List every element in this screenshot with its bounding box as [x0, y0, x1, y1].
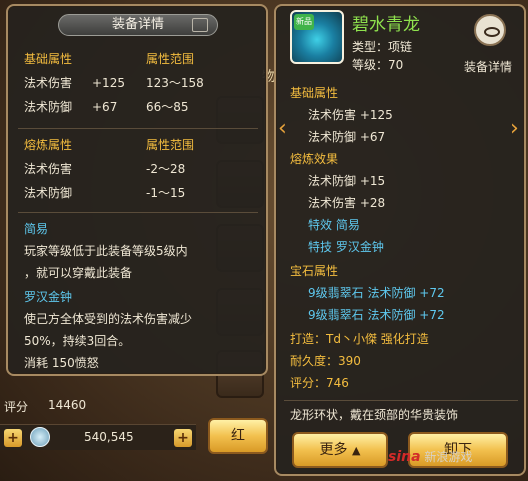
more-button-label: 更多 [319, 442, 348, 458]
forge-attr-name: 法术防御 [24, 186, 73, 200]
special-skill-cost: 消耗 150愤怒 [24, 356, 99, 370]
item-description: 龙形环状，戴在颈部的华贵装饰 [290, 408, 459, 422]
divider [18, 128, 258, 129]
equipment-detail-label[interactable]: 装备详情 [464, 58, 512, 76]
sina-logo: sina [388, 449, 421, 465]
score-value: 14460 [48, 398, 87, 412]
forge-attr-name: 法术伤害 [24, 162, 73, 176]
base-attr-row: 法术防御 +67 [308, 130, 386, 144]
red-button[interactable]: 红 [208, 418, 268, 454]
special-effect: 特效 简易 [308, 218, 360, 232]
plus-icon[interactable]: + [4, 429, 22, 447]
base-attr-name: 法术伤害 [24, 76, 73, 90]
base-attr-value: +125 [92, 76, 125, 90]
eye-icon[interactable] [474, 14, 506, 46]
title-ornament-icon [192, 18, 208, 32]
special-effect-name: 简易 [24, 222, 49, 236]
special-skill-desc: 使己方全体受到的法术伤害减少 [24, 312, 193, 326]
plus-icon[interactable]: + [174, 429, 192, 447]
base-attr-header: 基础属性 [24, 52, 73, 66]
more-button[interactable]: 更多 ▲ [292, 432, 388, 468]
sina-watermark: sina 新浪游戏 [388, 448, 472, 465]
gem-attr-row: 9级翡翠石 法术防御 +72 [308, 286, 445, 300]
necklace-item-icon: 新品 [290, 10, 344, 64]
base-attr-title: 基础属性 [290, 86, 339, 100]
score-label: 评分 [4, 400, 29, 414]
gem-attr-title: 宝石属性 [290, 264, 339, 278]
forge-attr-header: 熔炼属性 [24, 138, 73, 152]
item-name: 碧水青龙 [352, 15, 420, 35]
equipment-detail-panel: 装备详情 基础属性 属性范围 法术伤害 +125 123～158 法术防御 +6… [6, 4, 268, 376]
forge-effect-row: 法术伤害 +28 [308, 196, 386, 210]
coin-icon [30, 427, 50, 447]
base-attr-name: 法术防御 [24, 100, 73, 114]
forge-attr-range: -2～28 [146, 162, 186, 176]
special-skill-name: 罗汉金钟 [24, 290, 73, 304]
base-attr-row: 法术伤害 +125 [308, 108, 393, 122]
special-effect-desc: 玩家等级低于此装备等级5级内 [24, 244, 188, 258]
left-arrow-icon[interactable]: ‹ [278, 118, 292, 140]
special-effect-desc: ，就可以穿戴此装备 [24, 266, 133, 280]
right-arrow-icon[interactable]: › [510, 118, 524, 140]
item-info-panel: 碧水青龙 类型：项链 等级：70 装备详情 基础属性 法术伤害 +125 法术防… [274, 4, 526, 476]
new-badge: 新品 [294, 14, 314, 30]
item-type: 类型：项链 [352, 40, 413, 54]
forge-range-header: 属性范围 [146, 138, 195, 152]
money-bar: + 540,545 + [0, 424, 196, 450]
forge-effect-row: 法术防御 +15 [308, 174, 386, 188]
special-skill-desc: 50%，持续3回合。 [24, 334, 131, 348]
gem-attr-row: 9级翡翠石 法术防御 +72 [308, 308, 445, 322]
special-skill: 特技 罗汉金钟 [308, 240, 384, 254]
forger-info: 打造：Td丶小傑 强化打造 [290, 332, 429, 346]
item-level: 等级：70 [352, 58, 404, 72]
divider [18, 212, 258, 213]
divider [284, 400, 518, 401]
base-range-header: 属性范围 [146, 52, 195, 66]
money-value: 540,545 [84, 430, 134, 444]
forge-attr-range: -1～15 [146, 186, 186, 200]
base-attr-range: 123～158 [146, 76, 204, 90]
forge-effect-title: 熔炼效果 [290, 152, 339, 166]
durability: 耐久度：390 [290, 354, 361, 368]
item-score: 评分：746 [290, 376, 349, 390]
base-attr-range: 66～85 [146, 100, 189, 114]
base-attr-value: +67 [92, 100, 118, 114]
chevron-up-icon: ▲ [351, 444, 361, 457]
watermark-text: 新浪游戏 [424, 450, 473, 464]
